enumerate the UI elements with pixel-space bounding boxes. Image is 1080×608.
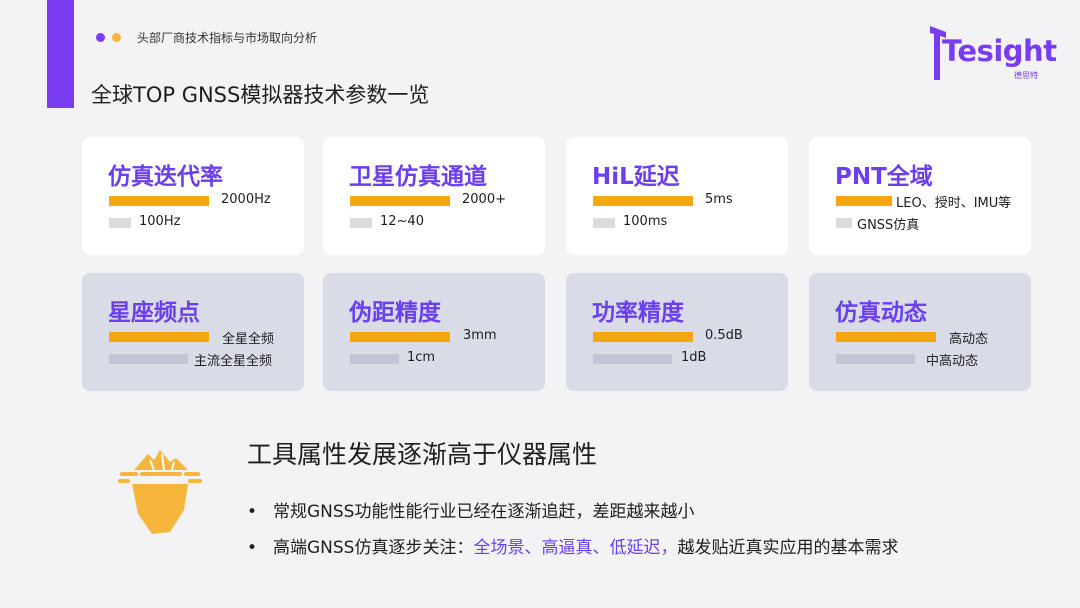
- card-title: 星座频点: [108, 300, 200, 326]
- metric-card-pnt: PNT全域 LEO、授时、IMU等 GNSS仿真: [809, 137, 1031, 255]
- top-value: 0.5dB: [705, 328, 743, 343]
- top-bar: [109, 332, 209, 342]
- bullet-text-prefix: 高端GNSS仿真逐步关注：: [273, 538, 474, 558]
- metric-card-satellite-channels: 卫星仿真通道 2000+ 12~40: [323, 137, 545, 255]
- top-value: 3mm: [463, 328, 497, 343]
- bottom-bar: [109, 218, 131, 228]
- bottom-value: 1dB: [681, 350, 707, 365]
- top-value: LEO、授时、IMU等: [896, 196, 1012, 211]
- card-title: HiL延迟: [592, 164, 680, 190]
- orange-dot: [112, 33, 121, 42]
- page-title: 全球TOP GNSS模拟器技术参数一览: [91, 83, 430, 107]
- card-title: 卫星仿真通道: [349, 164, 487, 190]
- bullet-item: • 常规GNSS功能性能行业已经在逐渐追赶，差距越来越小: [247, 497, 694, 522]
- bottom-bar: [836, 218, 852, 228]
- bullet-marker: •: [247, 502, 258, 522]
- bottom-bar: [593, 218, 615, 228]
- logo-cn: 德思特: [1014, 71, 1038, 80]
- bullet-item: • 高端GNSS仿真逐步关注：全场景、高逼真、低延迟，越发贴近真实应用的基本需求: [247, 533, 898, 558]
- section-title: 工具属性发展逐渐高于仪器属性: [247, 440, 598, 469]
- metric-card-dynamics: 仿真动态 高动态 中高动态: [809, 273, 1031, 391]
- top-value: 2000+: [462, 192, 506, 207]
- bullet-text: 常规GNSS功能性能行业已经在逐渐追赶，差距越来越小: [273, 502, 695, 522]
- top-value: 高动态: [949, 332, 989, 347]
- bottom-value: 中高动态: [926, 354, 979, 369]
- card-title: 仿真迭代率: [108, 164, 223, 190]
- bullet-text-highlight: 全场景、高逼真、低延迟，: [473, 538, 678, 558]
- top-value: 5ms: [705, 192, 733, 207]
- header-subtitle: 头部厂商技术指标与市场取向分析: [137, 31, 318, 45]
- card-title: PNT全域: [835, 164, 933, 190]
- top-bar: [593, 196, 693, 206]
- bullet-marker: •: [247, 538, 258, 558]
- accent-bar: [47, 0, 74, 108]
- card-title: 伪距精度: [349, 300, 441, 326]
- top-bar: [593, 332, 693, 342]
- card-title: 功率精度: [592, 300, 684, 326]
- top-bar: [836, 332, 936, 342]
- bottom-bar: [350, 218, 372, 228]
- logo-text: Tesight: [942, 34, 1057, 68]
- bottom-bar: [109, 354, 188, 364]
- metric-card-iteration-rate: 仿真迭代率 2000Hz 100Hz: [82, 137, 304, 255]
- bottom-value: 100ms: [623, 214, 668, 229]
- bottom-value: GNSS仿真: [857, 218, 920, 233]
- purple-dot: [96, 33, 105, 42]
- bottom-value: 12~40: [380, 214, 424, 229]
- top-bar: [109, 196, 209, 206]
- metric-card-constellations: 星座频点 全星全频 主流全星全频: [82, 273, 304, 391]
- metric-card-hil-latency: HiL延迟 5ms 100ms: [566, 137, 788, 255]
- card-title: 仿真动态: [835, 300, 927, 326]
- bottom-value: 主流全星全频: [194, 354, 273, 369]
- iceberg-icon: [118, 450, 202, 534]
- metric-card-power: 功率精度 0.5dB 1dB: [566, 273, 788, 391]
- top-value: 2000Hz: [221, 192, 271, 207]
- bottom-bar: [836, 354, 915, 364]
- bottom-value: 100Hz: [139, 214, 181, 229]
- bottom-bar: [593, 354, 672, 364]
- top-bar: [836, 196, 892, 206]
- bullet-text-suffix: 越发贴近真实应用的基本需求: [677, 538, 899, 558]
- top-bar: [350, 196, 450, 206]
- bottom-bar: [350, 354, 399, 364]
- brand-logo: Tesight 德思特: [928, 24, 1057, 86]
- bottom-value: 1cm: [407, 350, 436, 365]
- top-value: 全星全频: [222, 332, 275, 347]
- top-bar: [350, 332, 450, 342]
- metric-card-pseudorange: 伪距精度 3mm 1cm: [323, 273, 545, 391]
